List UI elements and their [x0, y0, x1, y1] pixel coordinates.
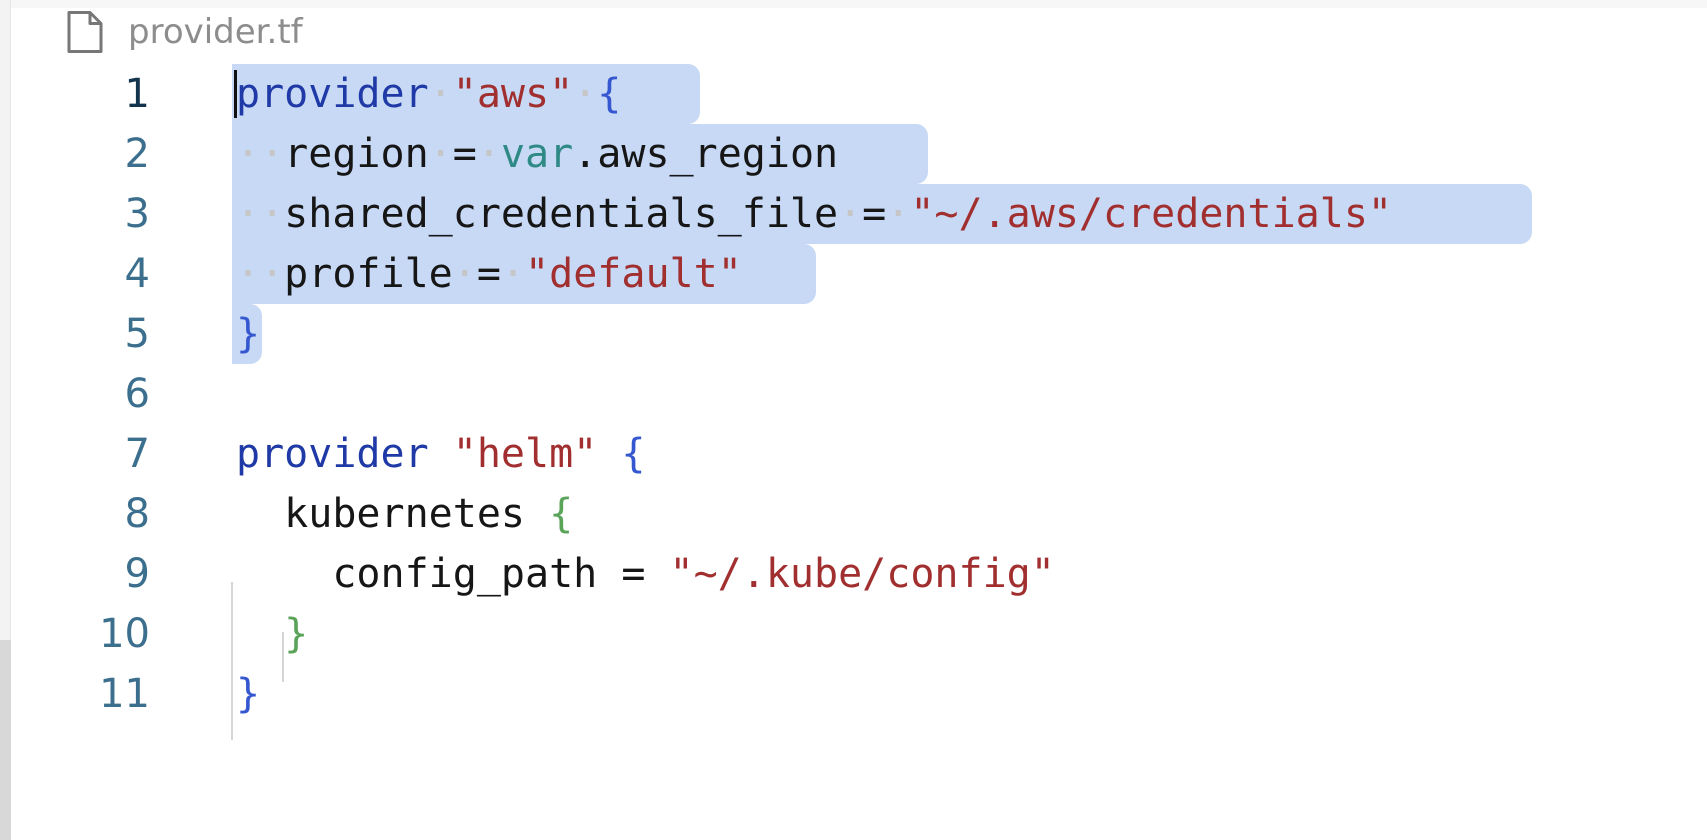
line-number: 10: [99, 611, 150, 657]
string-literal: "aws": [452, 71, 574, 117]
code-line-4: 4 ··profile·=·"default": [0, 244, 1707, 304]
string-literal: "helm": [452, 431, 598, 477]
code-text: ··shared_credentials_file·=·"~/.aws/cred…: [236, 184, 1392, 244]
code-text: }: [236, 604, 308, 664]
code-line-10: 10 }: [0, 604, 1707, 664]
block-name: kubernetes: [284, 491, 525, 537]
code-text: provider "helm" {: [236, 424, 645, 484]
brace: }: [236, 671, 261, 717]
whitespace-dot: ·: [838, 191, 863, 237]
whitespace-dot: ·: [452, 251, 477, 297]
whitespace-dot: ·: [428, 131, 453, 177]
code-line-11: 11 }: [0, 664, 1707, 724]
operator: =: [862, 191, 887, 237]
operator: =: [476, 251, 501, 297]
whitespace-dot: ·: [573, 71, 598, 117]
whitespace-dot: ·: [476, 131, 501, 177]
file-tab[interactable]: provider.tf: [66, 8, 303, 56]
keyword: provider: [236, 71, 429, 117]
identifier: region: [284, 131, 429, 177]
line-number: 4: [124, 251, 150, 297]
line-number: 8: [124, 491, 150, 537]
whitespace-dot: ··: [236, 131, 285, 177]
line-number: 3: [124, 191, 150, 237]
line-number: 2: [124, 131, 150, 177]
code-line-9: 9 config_path = "~/.kube/config": [0, 544, 1707, 604]
tab-filename: provider.tf: [128, 12, 303, 52]
brace: }: [236, 311, 261, 357]
code-line-3: 3 ··shared_credentials_file·=·"~/.aws/cr…: [0, 184, 1707, 244]
string-literal: "~/.kube/config": [669, 551, 1055, 597]
identifier: shared_credentials_file: [284, 191, 839, 237]
top-band: [0, 0, 1707, 8]
line-number: 5: [124, 311, 150, 357]
code-line-5: 5 }: [0, 304, 1707, 364]
string-literal: "~/.aws/credentials": [910, 191, 1392, 237]
brace: {: [549, 491, 574, 537]
code-line-2: 2 ··region·=·var.aws_region: [0, 124, 1707, 184]
whitespace-dot: ·: [886, 191, 911, 237]
brace: }: [284, 611, 309, 657]
line-number: 9: [124, 551, 150, 597]
whitespace-dot: ·: [428, 71, 453, 117]
code-line-7: 7 provider "helm" {: [0, 424, 1707, 484]
operator: =: [452, 131, 477, 177]
string-literal: "default": [525, 251, 742, 297]
editor-window: provider.tf 1 provider·"aws"·{ 2 ··regio…: [0, 0, 1707, 840]
brace: {: [597, 71, 622, 117]
line-number: 11: [99, 671, 150, 717]
line-number: 1: [124, 71, 150, 117]
code-text: config_path = "~/.kube/config": [236, 544, 1055, 604]
code-text: ··profile·=·"default": [236, 244, 742, 304]
code-text: ··region·=·var.aws_region: [236, 124, 838, 184]
whitespace-dot: ··: [236, 251, 285, 297]
brace: {: [621, 431, 646, 477]
code-text: }: [236, 664, 260, 724]
line-number: 6: [124, 371, 150, 417]
identifier: profile: [284, 251, 453, 297]
code-text: provider·"aws"·{: [236, 64, 621, 124]
code-editor[interactable]: 1 provider·"aws"·{ 2 ··region·=·var.aws_…: [0, 64, 1707, 774]
line-number: 7: [124, 431, 150, 477]
operator: =: [621, 551, 646, 597]
code-text: }: [236, 304, 260, 364]
file-icon: [67, 11, 103, 53]
code-line-6: 6: [0, 364, 1707, 424]
identifier: config_path: [332, 551, 598, 597]
whitespace-dot: ·: [500, 251, 526, 297]
code-text: kubernetes {: [236, 484, 573, 544]
whitespace-dot: ··: [236, 191, 285, 237]
keyword: provider: [236, 431, 429, 477]
code-line-8: 8 kubernetes {: [0, 484, 1707, 544]
variable-reference: .aws_region: [573, 131, 839, 177]
code-line-1: 1 provider·"aws"·{: [0, 64, 1707, 124]
var-keyword: var: [500, 131, 574, 177]
text-cursor: [234, 70, 237, 118]
